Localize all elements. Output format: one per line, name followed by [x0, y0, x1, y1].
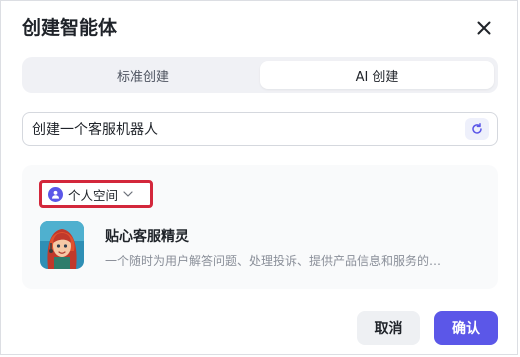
agent-preview-card: 个人空间 贴心客服精灵 一个随时为用户解答问题、处理投诉、提供产品信息和服务的… — [22, 165, 498, 289]
close-button[interactable] — [473, 17, 495, 39]
agent-description: 一个随时为用户解答问题、处理投诉、提供产品信息和服务的… — [105, 254, 442, 268]
space-selector[interactable]: 个人空间 — [39, 180, 153, 208]
dialog-title: 创建智能体 — [22, 17, 118, 39]
close-icon — [477, 21, 491, 35]
chevron-down-icon — [123, 191, 133, 197]
prompt-field — [22, 112, 498, 146]
tab-standard-create[interactable]: 标准创建 — [26, 61, 260, 89]
user-icon — [48, 186, 63, 202]
prompt-input[interactable] — [32, 121, 465, 137]
refresh-icon — [472, 123, 482, 134]
confirm-button[interactable]: 确认 — [434, 311, 498, 345]
space-selector-label: 个人空间 — [68, 187, 119, 203]
create-agent-dialog: 创建智能体 标准创建 AI 创建 个人空间 — [0, 0, 518, 355]
regenerate-button[interactable] — [465, 118, 489, 140]
cancel-button[interactable]: 取消 — [357, 311, 420, 345]
agent-name: 贴心客服精灵 — [105, 229, 189, 245]
tab-ai-create[interactable]: AI 创建 — [260, 61, 494, 89]
creation-mode-tabs: 标准创建 AI 创建 — [22, 57, 498, 93]
agent-avatar — [40, 221, 84, 269]
